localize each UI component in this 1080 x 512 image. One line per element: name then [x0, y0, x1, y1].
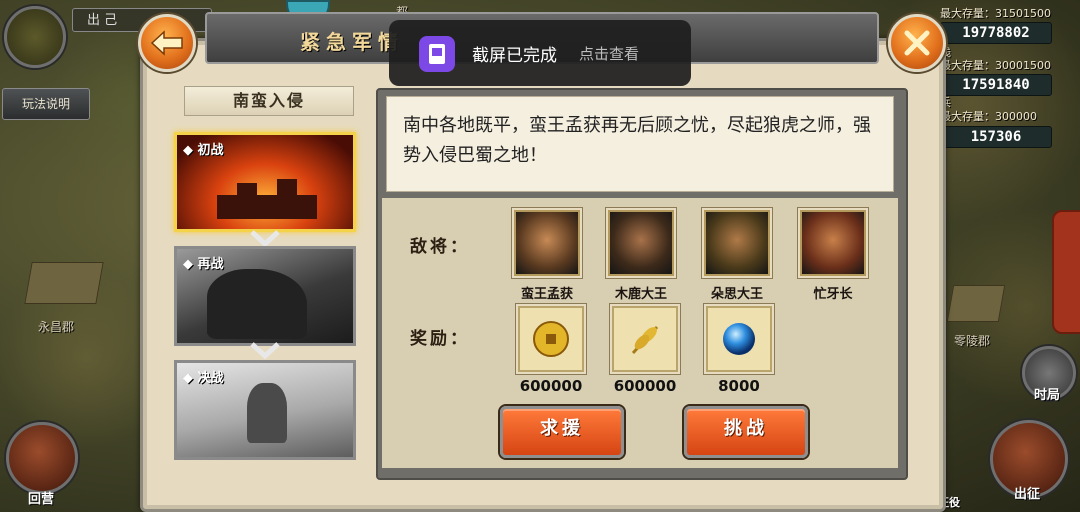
close-icon — [904, 30, 930, 56]
back-camp-label: 回营 — [28, 492, 55, 507]
help-button[interactable]: 求援 — [500, 406, 624, 458]
map-city-icon — [946, 285, 1006, 322]
battle-name-1: 初战 — [197, 143, 224, 158]
top-tab-label: 出 己 — [87, 13, 118, 28]
blue-orb-icon — [723, 323, 755, 355]
side-scroll-tab[interactable] — [1052, 210, 1080, 334]
gallery-icon — [419, 36, 455, 72]
enemy-portrait-1[interactable] — [514, 210, 580, 276]
enemy-portrait-3[interactable] — [704, 210, 770, 276]
reward-value-1: 600000 — [519, 377, 583, 395]
enemy-name-4: 忙牙长 — [813, 287, 853, 302]
resource-value-1: 19778802 — [940, 22, 1052, 44]
time-label: 时局 — [1034, 388, 1061, 403]
battle-name-2: 再战 — [197, 257, 224, 272]
challenge-button[interactable]: 挑战 — [684, 406, 808, 458]
enemy-portrait-4[interactable] — [800, 210, 866, 276]
battle-name-3: 决战 — [197, 371, 224, 386]
toast-message: 截屏已完成 — [472, 46, 557, 66]
enemy-portrait-2[interactable] — [608, 210, 674, 276]
reward-label: 奖励： — [410, 329, 470, 349]
battle-tab-1[interactable]: ◆ 初战 — [174, 132, 356, 232]
battle-label-2: ◆ 再战 — [183, 257, 224, 272]
back-arrow-icon — [150, 30, 183, 56]
resource-cap-1: 最大存量：31501500 — [940, 7, 1051, 20]
battle-tab-3[interactable]: ◆ 决战 — [174, 360, 356, 460]
warrior-silhouette — [247, 383, 287, 443]
player-avatar-button[interactable] — [4, 6, 66, 68]
map-city-icon — [24, 262, 104, 304]
enemy-name-2: 木鹿大王 — [614, 287, 667, 302]
reward-value-2: 600000 — [613, 377, 677, 395]
toast-view-link[interactable]: 点击查看 — [579, 43, 639, 64]
reward-slot-3[interactable] — [706, 306, 772, 372]
battle-label-1: ◆ 初战 — [183, 143, 224, 158]
grain-icon — [631, 325, 659, 355]
section-title: 南蛮入侵 — [184, 86, 354, 116]
reward-slot-1[interactable] — [518, 306, 584, 372]
resource-value-3: 157306 — [940, 126, 1052, 148]
resource-cap-3: 最大存量：300000 — [940, 110, 1037, 123]
screenshot-toast[interactable]: 截屏已完成 点击查看 — [389, 20, 691, 86]
close-button[interactable] — [888, 14, 946, 72]
battle-label-3: ◆ 决战 — [183, 371, 224, 386]
enemy-name-3: 朵思大王 — [710, 287, 763, 302]
back-button[interactable] — [138, 14, 196, 72]
battle-tab-2[interactable]: ◆ 再战 — [174, 246, 356, 346]
horseman-silhouette — [207, 269, 307, 339]
rules-button[interactable]: 玩法说明 — [2, 88, 90, 120]
map-label-yongchang: 永昌郡 — [38, 320, 75, 334]
back-camp-button[interactable] — [6, 422, 78, 494]
resource-value-2: 17591840 — [940, 74, 1052, 96]
reward-slot-2[interactable] — [612, 306, 678, 372]
battle-description: 南中各地既平，蛮王孟获再无后顾之忧，尽起狼虎之师，强势入侵巴蜀之地！ — [386, 96, 894, 192]
expedition-label: 出征 — [1014, 487, 1041, 502]
enemy-name-1: 蛮王孟获 — [520, 287, 573, 302]
reward-value-3: 8000 — [718, 377, 760, 395]
fortress-silhouette — [217, 179, 317, 219]
enemy-label: 敌将： — [410, 237, 470, 257]
map-label-lingling: 零陵郡 — [954, 334, 991, 348]
chevron-down-icon — [250, 342, 280, 360]
coin-icon — [533, 321, 569, 357]
resource-cap-2: 最大存量：30001500 — [940, 59, 1051, 72]
